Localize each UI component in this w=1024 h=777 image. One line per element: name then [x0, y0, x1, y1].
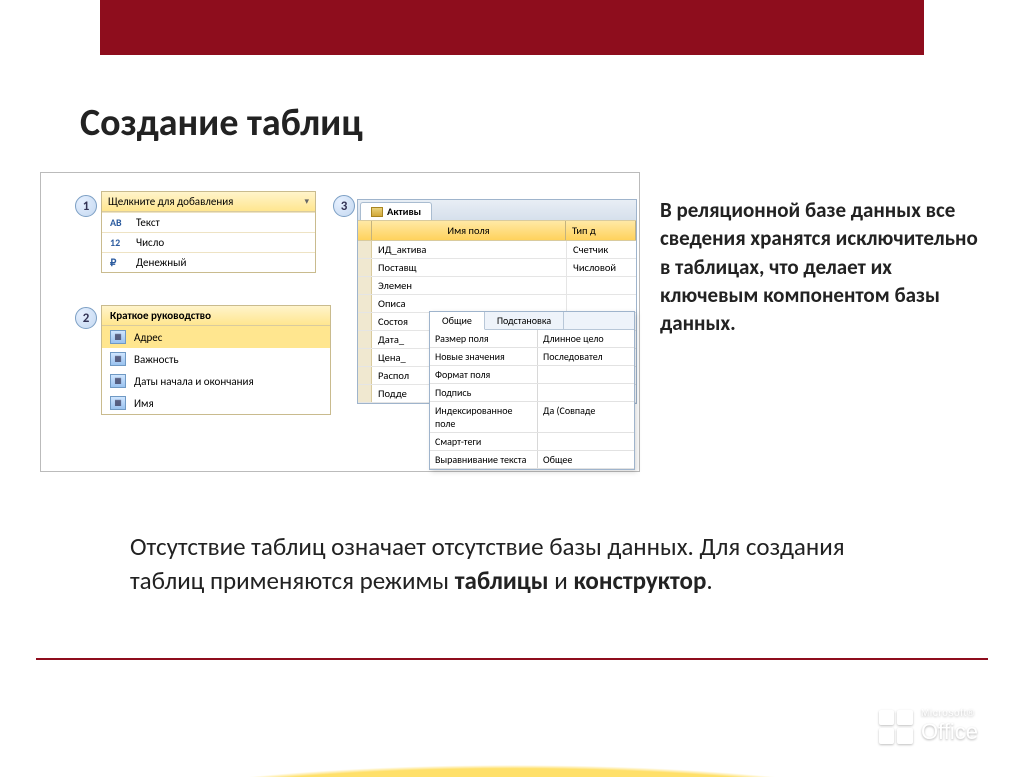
slide-title: Создание таблиц: [80, 100, 363, 146]
quickstart-item-priority[interactable]: ▦ Важность: [102, 348, 330, 370]
property-row[interactable]: Индексированное полеДа (Совпаде: [430, 402, 634, 433]
callout-2: 2: [75, 307, 97, 329]
bold-word-tables: таблицы: [455, 565, 549, 596]
add-field-menu-title: Щелкните для добавления: [108, 195, 233, 208]
menu-item-label: Текст: [136, 216, 160, 229]
bold-word-designer: конструктор: [573, 565, 706, 596]
tab-general[interactable]: Общие: [430, 312, 485, 330]
field-properties-panel: Общие Подстановка Размер поляДлинное цел…: [429, 311, 635, 470]
menu-item-number[interactable]: 12 Число: [102, 232, 315, 252]
property-row[interactable]: Подпись: [430, 384, 634, 402]
currency-type-icon: ₽: [110, 256, 128, 269]
property-row[interactable]: Новые значенияПоследовател: [430, 348, 634, 366]
tab-lookup[interactable]: Подстановка: [485, 312, 564, 329]
footer-swoosh: [0, 657, 1024, 777]
office-logo-tiles-icon: [879, 710, 913, 744]
office-logo: Microsoft® Office: [879, 708, 978, 745]
table-row[interactable]: ПоставщЧисловой: [358, 259, 636, 277]
table-icon: ▦: [110, 330, 126, 344]
menu-item-label: Денежный: [136, 256, 186, 269]
quickstart-panel: Краткое руководство ▦ Адрес ▦ Важность ▦…: [101, 305, 331, 415]
table-row[interactable]: Элемен: [358, 277, 636, 295]
design-header-row: Имя поля Тип д: [358, 220, 636, 241]
quickstart-item-label: Важность: [134, 353, 179, 366]
body-paragraph-2: Отсутствие таблиц означает отсутствие ба…: [130, 530, 890, 598]
column-field-type: Тип д: [566, 221, 636, 240]
table-row[interactable]: ИД_активаСчетчик: [358, 241, 636, 259]
table-icon: ▦: [110, 396, 126, 410]
quickstart-item-name[interactable]: ▦ Имя: [102, 392, 330, 414]
tab-assets[interactable]: Активы: [360, 202, 432, 220]
number-type-icon: 12: [110, 236, 128, 249]
table-icon: ▦: [110, 352, 126, 366]
brand-small: Microsoft®: [921, 708, 978, 719]
quickstart-item-label: Даты начала и окончания: [134, 375, 254, 388]
screenshot-cluster: 1 2 3 Щелкните для добавления ▾ AB Текст…: [40, 172, 640, 472]
menu-item-text[interactable]: AB Текст: [102, 212, 315, 232]
quickstart-item-label: Адрес: [134, 331, 162, 344]
property-row[interactable]: Формат поля: [430, 366, 634, 384]
property-row[interactable]: Смарт-теги: [430, 433, 634, 451]
table-tabstrip: Активы: [358, 200, 636, 220]
add-field-menu: Щелкните для добавления ▾ AB Текст 12 Чи…: [101, 191, 316, 273]
brand-name: Office: [921, 719, 978, 744]
body-paragraph-1: В реляционной базе данных все сведения х…: [660, 196, 990, 338]
tab-label: Активы: [387, 205, 421, 218]
chevron-down-icon: ▾: [304, 196, 309, 207]
quickstart-header: Краткое руководство: [102, 306, 330, 326]
body-text: и: [549, 565, 574, 596]
callout-3: 3: [333, 195, 355, 217]
accent-bar-top: [100, 0, 924, 55]
quickstart-item-address[interactable]: ▦ Адрес: [102, 326, 330, 348]
column-field-name: Имя поля: [372, 221, 566, 240]
body-text: .: [706, 565, 712, 596]
quickstart-item-dates[interactable]: ▦ Даты начала и окончания: [102, 370, 330, 392]
row-selector-header: [358, 221, 372, 240]
properties-tabs: Общие Подстановка: [430, 312, 634, 330]
table-icon: [371, 207, 383, 217]
property-row[interactable]: Выравнивание текстаОбщее: [430, 451, 634, 469]
text-type-icon: AB: [110, 216, 128, 229]
quickstart-item-label: Имя: [134, 397, 154, 410]
property-row[interactable]: Размер поляДлинное цело: [430, 330, 634, 348]
callout-1: 1: [75, 195, 97, 217]
table-icon: ▦: [110, 374, 126, 388]
add-field-menu-header[interactable]: Щелкните для добавления ▾: [102, 192, 315, 212]
menu-item-currency[interactable]: ₽ Денежный: [102, 252, 315, 272]
menu-item-label: Число: [136, 236, 164, 249]
